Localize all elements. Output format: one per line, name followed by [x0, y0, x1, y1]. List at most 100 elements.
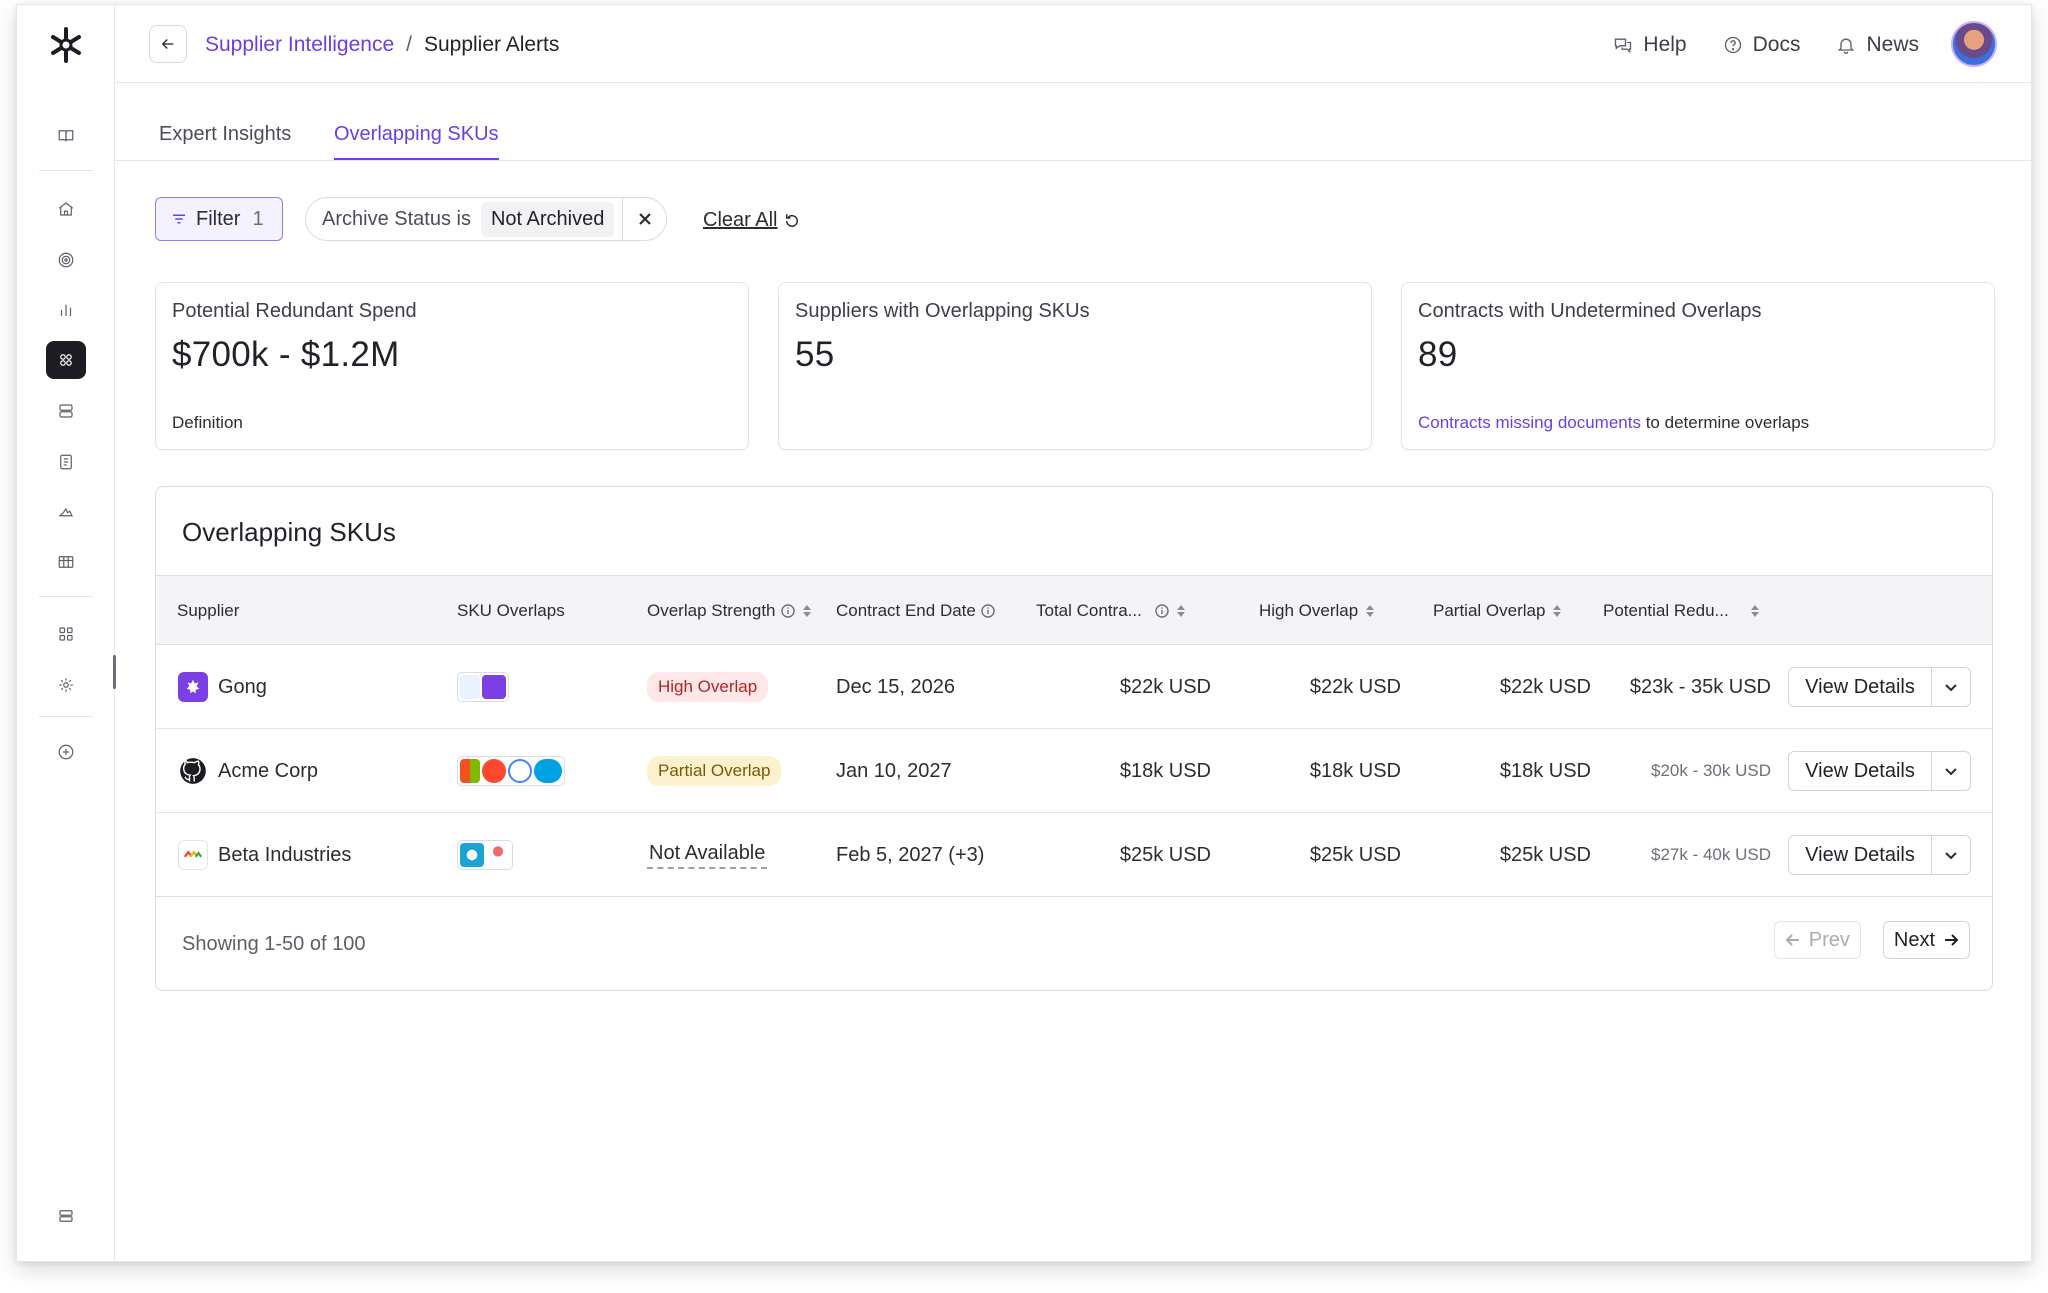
inbox-stack-icon[interactable]: [54, 399, 78, 423]
filter-chip-archive-status[interactable]: Archive Status is Not Archived: [305, 197, 668, 241]
asana-logo-icon: [486, 843, 510, 867]
row-menu-toggle[interactable]: [1932, 836, 1970, 874]
sku-logo-icon: [460, 843, 484, 867]
sku-overlaps-cell: [457, 729, 565, 813]
column-label: High Overlap: [1259, 601, 1359, 620]
table-grid-icon[interactable]: [54, 550, 78, 574]
total-cell: $22k USD: [1119, 675, 1211, 698]
supplier-name[interactable]: Beta Industries: [218, 844, 351, 867]
info-icon[interactable]: [780, 604, 795, 618]
partial-overlap-cell: $25k USD: [1499, 843, 1591, 866]
sort-icon[interactable]: [1748, 604, 1762, 618]
top-bar: Supplier Intelligence / Supplier Alerts …: [115, 5, 2031, 83]
bar-chart-icon[interactable]: [54, 298, 78, 322]
supplier-intelligence-icon[interactable]: [46, 341, 86, 379]
next-page-button[interactable]: Next: [1882, 921, 1970, 959]
partial-overlap-cell: $18k USD: [1499, 759, 1591, 782]
news-link[interactable]: News: [1836, 33, 1919, 57]
settings-gear-icon[interactable]: [54, 673, 78, 697]
document-icon[interactable]: [54, 450, 78, 474]
sidebar-resize-handle[interactable]: [113, 655, 116, 689]
sku-logos[interactable]: [457, 756, 565, 786]
sku-overlaps-cell: [457, 813, 513, 897]
server-icon[interactable]: [54, 1204, 78, 1228]
supplier-name[interactable]: Gong: [218, 676, 267, 699]
bell-icon: [1838, 38, 1855, 54]
view-details-button[interactable]: View Details: [1789, 836, 1932, 874]
add-circle-icon[interactable]: [54, 740, 78, 764]
docs-label: Docs: [1752, 33, 1801, 56]
close-icon: [639, 213, 651, 225]
info-icon[interactable]: [1155, 604, 1169, 618]
chevron-down-icon: [1945, 684, 1957, 692]
column-header-potential-redundant[interactable]: Potential Redu...: [1603, 601, 1762, 621]
partial-overlap-cell: $22k USD: [1499, 675, 1591, 698]
column-header-sku-overlaps[interactable]: SKU Overlaps: [457, 601, 565, 621]
clear-all-button[interactable]: Clear All: [703, 209, 801, 232]
card-value: $700k - $1.2M: [172, 335, 400, 374]
help-label: Help: [1643, 33, 1687, 56]
row-menu-toggle[interactable]: [1932, 668, 1970, 706]
book-icon[interactable]: [54, 124, 78, 148]
view-details-button[interactable]: View Details: [1789, 752, 1932, 790]
view-details-button[interactable]: View Details: [1789, 668, 1932, 706]
home-icon[interactable]: [54, 197, 78, 221]
sidebar-divider: [39, 596, 93, 597]
table-row[interactable]: Gong High Overlap Dec 15, 2026 $22k USD …: [156, 645, 1992, 729]
column-header-partial-overlap[interactable]: Partial Overlap: [1433, 601, 1564, 621]
table-row[interactable]: Acme Corp Partial Overlap Jan 10, 2027 $…: [156, 729, 1992, 813]
salesforce-logo-icon: [534, 759, 562, 783]
column-header-contract-end-date[interactable]: Contract End Date: [836, 601, 995, 621]
info-icon[interactable]: [981, 604, 995, 618]
sku-logos[interactable]: [457, 840, 513, 870]
supplier-cell: Beta Industries: [178, 813, 351, 897]
overlap-strength-cell: Not Available: [647, 813, 768, 897]
sort-icon[interactable]: [1174, 604, 1188, 618]
column-header-total-contract[interactable]: Total Contra...: [1036, 601, 1188, 621]
column-header-overlap-strength[interactable]: Overlap Strength: [647, 601, 814, 621]
potential-cell: $23k - 35k USD: [1629, 675, 1771, 698]
breadcrumb-parent-link[interactable]: Supplier Intelligence: [205, 33, 394, 57]
high-overlap-cell: $22k USD: [1309, 675, 1401, 698]
supplier-name[interactable]: Acme Corp: [218, 760, 318, 783]
prev-page-button[interactable]: Prev: [1773, 921, 1861, 959]
table-row[interactable]: Beta Industries Not Available Feb 5, 202…: [156, 813, 1992, 897]
help-link[interactable]: Help: [1613, 33, 1687, 57]
target-icon[interactable]: [54, 248, 78, 272]
column-header-supplier[interactable]: Supplier: [177, 601, 239, 621]
docs-link[interactable]: Docs: [1723, 33, 1801, 57]
column-header-high-overlap[interactable]: High Overlap: [1259, 601, 1377, 621]
filter-button[interactable]: Filter 1: [155, 197, 283, 241]
sku-logos[interactable]: [457, 672, 509, 702]
sort-icon[interactable]: [1363, 604, 1377, 618]
not-available-text[interactable]: Not Available: [647, 842, 768, 869]
column-label: Total Contra...: [1036, 601, 1142, 620]
google-logo-icon: [508, 759, 532, 783]
sku-logo-icon: [460, 675, 480, 699]
remove-filter-button[interactable]: [622, 198, 666, 240]
row-menu-toggle[interactable]: [1932, 752, 1970, 790]
pagination: Prev Next: [1773, 921, 1970, 959]
app-logo[interactable]: [48, 25, 84, 65]
tab-expert-insights[interactable]: Expert Insights: [159, 123, 291, 158]
cloud-icon[interactable]: [54, 500, 78, 524]
contracts-missing-documents-link[interactable]: Contracts missing documents: [1418, 413, 1641, 432]
card-footer-text: to determine overlaps: [1640, 413, 1810, 432]
app-window: Supplier Intelligence / Supplier Alerts …: [16, 4, 2032, 1262]
page-title: Supplier Alerts: [423, 33, 560, 56]
definition-link[interactable]: Definition: [172, 413, 243, 433]
high-overlap-cell: $25k USD: [1309, 843, 1401, 866]
gong-logo-icon: [178, 672, 208, 702]
apps-grid-icon[interactable]: [54, 622, 78, 646]
back-button[interactable]: [149, 25, 187, 63]
filter-chip-value[interactable]: Not Archived: [480, 201, 615, 237]
tab-overlapping-skus[interactable]: Overlapping SKUs: [334, 123, 499, 160]
user-avatar[interactable]: [1951, 21, 1997, 67]
card-footer: Contracts missing documents to determine…: [1418, 413, 1809, 433]
sort-icon[interactable]: [1550, 604, 1564, 618]
column-label: SKU Overlaps: [457, 601, 565, 620]
sort-icon[interactable]: [800, 604, 814, 618]
sidebar-divider: [39, 716, 93, 717]
potential-cell: $20k - 30k USD: [1651, 761, 1771, 780]
breadcrumb: Supplier Intelligence / Supplier Alerts: [205, 33, 559, 57]
